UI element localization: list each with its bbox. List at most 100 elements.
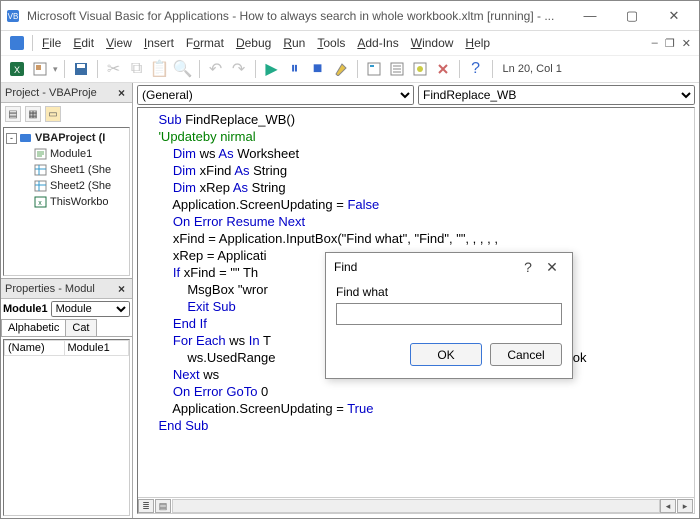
scroll-left-icon[interactable]: ◂: [660, 499, 676, 513]
find-dialog: Find ? ✕ Find what OK Cancel: [325, 252, 573, 379]
toggle-folders-icon[interactable]: ▭: [45, 106, 61, 122]
vb-menu-icon[interactable]: [8, 34, 26, 52]
properties-tabs: Alphabetic Cat: [1, 319, 132, 337]
window-title: Microsoft Visual Basic for Applications …: [27, 9, 569, 23]
object-browser-icon[interactable]: [410, 59, 430, 79]
workbook-icon: x: [34, 196, 48, 208]
dialog-close-icon[interactable]: ✕: [540, 259, 564, 276]
run-icon[interactable]: ▶: [262, 59, 282, 79]
cancel-button[interactable]: Cancel: [490, 343, 562, 366]
undo-icon[interactable]: ↶: [206, 59, 226, 79]
view-object-icon[interactable]: ▦: [25, 106, 41, 122]
tree-item-sheet2[interactable]: Sheet2 (She: [6, 178, 127, 194]
menu-view[interactable]: View: [100, 34, 138, 52]
full-view-icon[interactable]: ▤: [155, 499, 171, 513]
separator: [199, 60, 200, 78]
tree-root[interactable]: - VBAProject (I: [6, 130, 127, 146]
dialog-body: Find what OK Cancel: [326, 281, 572, 378]
redo-icon[interactable]: ↷: [229, 59, 249, 79]
find-icon[interactable]: 🔍: [173, 59, 193, 79]
toolbar: X ▾ ✂ ⧉ 📋 🔍 ↶ ↷ ▶ ⏸ ■ ? Ln 20, Col 1: [1, 55, 699, 83]
project-tree[interactable]: - VBAProject (I Module1 Sheet1 (She Shee…: [3, 127, 130, 276]
tree-item-label: Sheet2 (She: [50, 180, 111, 192]
menu-addins[interactable]: Add-Ins: [351, 34, 404, 52]
app-window: VB Microsoft Visual Basic for Applicatio…: [0, 0, 700, 519]
separator: [255, 60, 256, 78]
save-icon[interactable]: [71, 59, 91, 79]
properties-pane-label: Properties - Modul: [5, 283, 95, 295]
property-key: (Name): [5, 341, 65, 356]
properties-pane-close-icon[interactable]: ×: [115, 282, 128, 296]
menu-window[interactable]: Window: [405, 34, 460, 52]
find-what-input[interactable]: [336, 303, 562, 325]
menu-tools[interactable]: Tools: [311, 34, 351, 52]
svg-text:X: X: [14, 65, 20, 75]
project-pane-title: Project - VBAProje ×: [1, 83, 132, 103]
horizontal-scrollbar[interactable]: [172, 499, 660, 513]
dialog-buttons: OK Cancel: [336, 343, 562, 366]
properties-pane-title: Properties - Modul ×: [1, 279, 132, 299]
maximize-button[interactable]: ▢: [611, 2, 653, 30]
project-pane-toolbar: ▤ ▦ ▭: [1, 103, 132, 125]
properties-object-selector: Module1 Module: [3, 301, 130, 317]
find-what-label: Find what: [336, 285, 562, 299]
scroll-right-icon[interactable]: ▸: [677, 499, 693, 513]
properties-object-dropdown[interactable]: Module: [51, 301, 130, 317]
properties-pane: Properties - Modul × Module1 Module Alph…: [1, 278, 132, 518]
project-explorer-icon[interactable]: [364, 59, 384, 79]
dialog-help-icon[interactable]: ?: [516, 259, 540, 275]
excel-icon[interactable]: X: [7, 59, 27, 79]
project-pane-close-icon[interactable]: ×: [115, 86, 128, 100]
design-mode-icon[interactable]: [331, 59, 351, 79]
paste-icon[interactable]: 📋: [150, 59, 170, 79]
module-icon: [34, 148, 48, 160]
property-value[interactable]: Module1: [64, 341, 128, 356]
procedure-combo[interactable]: FindReplace_WB: [418, 85, 695, 105]
insert-module-icon[interactable]: [30, 59, 50, 79]
tree-item-thisworkbook[interactable]: x ThisWorkbo: [6, 194, 127, 210]
tree-item-label: Module1: [50, 148, 92, 160]
menu-file[interactable]: File: [36, 34, 67, 52]
minimize-button[interactable]: —: [569, 2, 611, 30]
window-controls: — ▢ ✕: [569, 2, 695, 30]
ok-button[interactable]: OK: [410, 343, 482, 366]
menu-help[interactable]: Help: [459, 34, 496, 52]
tree-item-module1[interactable]: Module1: [6, 146, 127, 162]
properties-icon[interactable]: [387, 59, 407, 79]
separator: [459, 60, 460, 78]
property-row[interactable]: (Name) Module1: [5, 341, 129, 356]
object-combo[interactable]: (General): [137, 85, 414, 105]
cut-icon[interactable]: ✂: [104, 59, 124, 79]
close-button[interactable]: ✕: [653, 2, 695, 30]
tree-item-sheet1[interactable]: Sheet1 (She: [6, 162, 127, 178]
left-panel: Project - VBAProje × ▤ ▦ ▭ - VBAProject …: [1, 83, 133, 518]
dropdown-icon[interactable]: ▾: [53, 64, 58, 75]
properties-grid[interactable]: (Name) Module1: [3, 339, 130, 516]
help-icon[interactable]: ?: [466, 59, 486, 79]
project-icon: [19, 132, 33, 144]
cursor-position: Ln 20, Col 1: [503, 63, 562, 75]
pause-icon[interactable]: ⏸: [285, 59, 305, 79]
svg-text:x: x: [38, 200, 42, 207]
copy-icon[interactable]: ⧉: [127, 59, 147, 79]
view-code-icon[interactable]: ▤: [5, 106, 21, 122]
tab-alphabetic[interactable]: Alphabetic: [1, 319, 66, 336]
menu-debug[interactable]: Debug: [230, 34, 277, 52]
dialog-titlebar: Find ? ✕: [326, 253, 572, 281]
collapse-icon[interactable]: -: [6, 133, 17, 144]
mdi-close-icon[interactable]: ✕: [682, 37, 691, 50]
mdi-minimize-icon[interactable]: –: [652, 37, 658, 49]
toolbox-icon[interactable]: [433, 59, 453, 79]
code-view-buttons: ≣ ▤ ◂ ▸: [138, 497, 694, 513]
menu-edit[interactable]: Edit: [67, 34, 100, 52]
menubar: File Edit View Insert Format Debug Run T…: [1, 31, 699, 55]
mdi-restore-icon[interactable]: ❐: [665, 37, 675, 50]
properties-object-name: Module1: [3, 303, 48, 315]
procedure-view-icon[interactable]: ≣: [138, 499, 154, 513]
stop-icon[interactable]: ■: [308, 59, 328, 79]
tab-categorized[interactable]: Cat: [65, 319, 96, 336]
titlebar: VB Microsoft Visual Basic for Applicatio…: [1, 1, 699, 31]
menu-insert[interactable]: Insert: [138, 34, 180, 52]
menu-run[interactable]: Run: [277, 34, 311, 52]
menu-format[interactable]: Format: [180, 34, 230, 52]
